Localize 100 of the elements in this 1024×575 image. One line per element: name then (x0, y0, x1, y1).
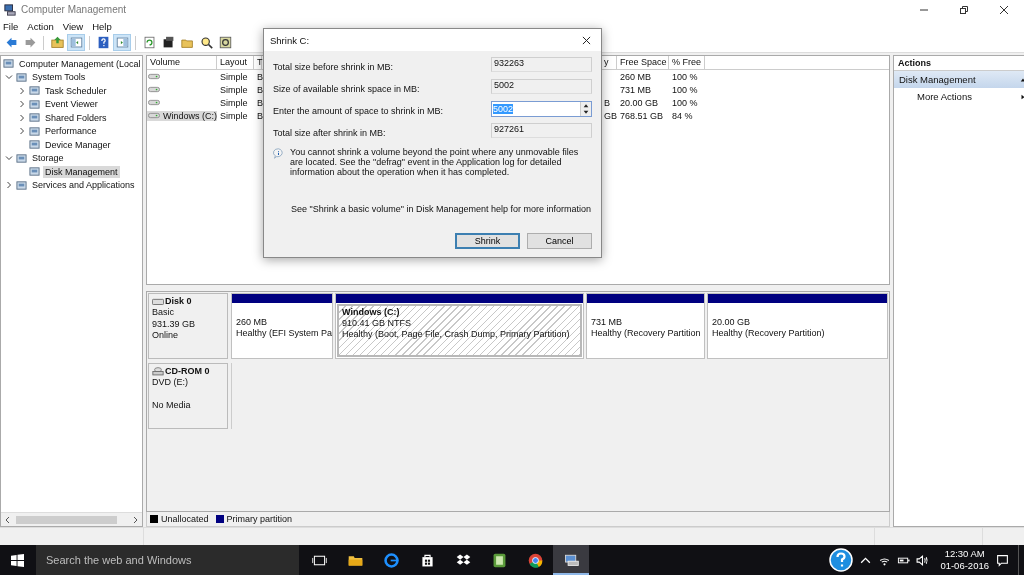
actions-section[interactable]: Disk Management (894, 71, 1024, 88)
disk-name: CD-ROM 0 (165, 366, 210, 378)
action-link[interactable]: More Actions (917, 91, 1020, 102)
scrollbar[interactable] (1, 512, 142, 526)
tree-item-icon (16, 71, 27, 83)
column-header[interactable]: Layout (217, 56, 254, 69)
expander-icon[interactable] (18, 113, 26, 122)
column-header[interactable]: Free Space (617, 56, 669, 69)
windows-start-icon[interactable] (11, 553, 24, 567)
help-text: See "Shrink a basic volume" in Disk Management help for more information (291, 204, 592, 214)
notification-icon[interactable] (996, 553, 1009, 567)
tree-item-icon (29, 139, 40, 151)
partition-status: Healthy (Boot, Page File, Crash Dump, Primary Partition) (342, 329, 571, 340)
table-cell-text: 84 % (671, 110, 694, 121)
tree-item[interactable]: Storage (30, 152, 66, 165)
menu-item[interactable]: Help (92, 20, 112, 32)
scroll-right-icon[interactable] (131, 515, 139, 524)
expander-icon[interactable] (5, 154, 13, 163)
tree-item-icon (16, 179, 27, 191)
column-header[interactable]: % Free (669, 56, 705, 69)
close-icon[interactable] (999, 4, 1009, 15)
window-title: Computer Management (21, 4, 127, 15)
table-cell-text: Simple (219, 97, 249, 108)
column-header[interactable]: Volume (147, 56, 217, 69)
help-icon[interactable] (829, 548, 854, 572)
tree-item[interactable]: Services and Applications (30, 179, 137, 192)
expander-icon[interactable] (5, 181, 13, 190)
disk-label-panel[interactable]: CD-ROM 0 DVD (E:) No Media (148, 363, 228, 429)
table-cell-text: 20.00 GB (619, 97, 660, 108)
expander-icon[interactable] (5, 73, 13, 82)
partition-status: Healthy (Recovery Partition (591, 328, 700, 339)
computer-icon (4, 3, 16, 16)
table-cell-text: GB (603, 110, 617, 121)
dialog-button[interactable]: Shrink (455, 233, 520, 249)
table-cell-text: 731 MB (619, 84, 653, 95)
search-icon (199, 36, 213, 49)
close-icon[interactable] (582, 35, 591, 45)
clock[interactable]: 12:30 AM 01-06-2016 (940, 548, 989, 572)
table-cell-text: B (256, 110, 262, 121)
scroll-left-icon[interactable] (4, 515, 12, 524)
expander-icon[interactable] (18, 86, 26, 95)
table-cell-text: B (256, 71, 262, 82)
dialog-button[interactable]: Cancel (527, 233, 592, 249)
partition-block[interactable]: Windows (C:) 910.41 GB NTFS Healthy (Boot, Page File, Crash Dump, Primary Partition) (335, 293, 584, 359)
partition-size: 260 MB (236, 317, 269, 328)
clock-date: 01-06-2016 (940, 560, 989, 572)
table-cell-text: 100 % (671, 71, 699, 82)
partition-block[interactable]: 260 MB Healthy (EFI System Pa (231, 293, 333, 359)
drive-icon (148, 112, 160, 119)
disk-size: 931.39 GB (152, 318, 197, 330)
readonly-field: 5002 (491, 79, 592, 94)
taskbar-app-button[interactable] (553, 545, 589, 575)
tree-item[interactable]: Device Manager (43, 138, 113, 151)
partition-block[interactable]: 731 MB Healthy (Recovery Partition (586, 293, 705, 359)
tree-item[interactable]: System Tools (30, 71, 88, 84)
disk-label-panel[interactable]: Disk 0 Basic 931.39 GB Online (148, 293, 228, 359)
tree-item[interactable]: Disk Management (43, 165, 120, 178)
tree-item-icon (29, 166, 40, 178)
drive-icon (148, 99, 160, 106)
column-header[interactable]: T (254, 56, 262, 69)
panel-icon (69, 36, 83, 49)
dialog-title: Shrink C: (270, 34, 310, 46)
partition-size: 20.00 GB (712, 317, 752, 328)
tree-item-icon (29, 125, 40, 137)
drive-icon (148, 86, 160, 93)
tree-item-icon (29, 98, 40, 110)
table-cell-text: 100 % (671, 84, 699, 95)
tree-item-icon (3, 58, 14, 70)
table-cell-text: Simple (219, 84, 249, 95)
field-label: Size of available shrink space in MB: (273, 83, 420, 94)
submenu-arrow-icon (1020, 93, 1024, 100)
menu-item[interactable]: Action (27, 20, 54, 32)
drive-icon (152, 297, 164, 307)
expander-icon[interactable] (18, 100, 26, 109)
readonly-field: 932263 (491, 57, 592, 72)
tree-item[interactable]: Computer Management (Local (17, 57, 142, 70)
info-icon (273, 148, 284, 159)
speaker-icon[interactable] (916, 553, 930, 567)
clock-time: 12:30 AM (944, 548, 985, 560)
menu-item[interactable]: File (3, 20, 19, 32)
partition-size: 910.41 GB NTFS (342, 318, 413, 329)
table-cell-text: Simple (219, 71, 249, 82)
partition-block[interactable]: 20.00 GB Healthy (Recovery Partition) (707, 293, 888, 359)
table-cell-text: B (603, 97, 611, 108)
volume-cell[interactable]: Windows (C:) (147, 110, 217, 121)
tree-item-icon (29, 112, 40, 124)
readonly-field: 927261 (491, 123, 592, 138)
table-cell-text: B (256, 84, 262, 95)
section-title: Disk Management (899, 74, 977, 85)
expander-icon[interactable] (18, 127, 26, 136)
tree-item[interactable]: Performance (43, 125, 99, 138)
folder-icon (180, 36, 194, 49)
tree-item[interactable]: Event Viewer (43, 98, 100, 111)
collapse-icon[interactable] (1020, 76, 1024, 83)
tree-item[interactable]: Task Scheduler (43, 84, 109, 97)
menu-item[interactable]: View (62, 20, 84, 32)
search-field[interactable]: Search the web and Windows (36, 545, 299, 575)
restore-icon[interactable] (959, 4, 969, 15)
tree-item[interactable]: Shared Folders (43, 111, 109, 124)
partition-status: Healthy (Recovery Partition) (712, 328, 826, 339)
